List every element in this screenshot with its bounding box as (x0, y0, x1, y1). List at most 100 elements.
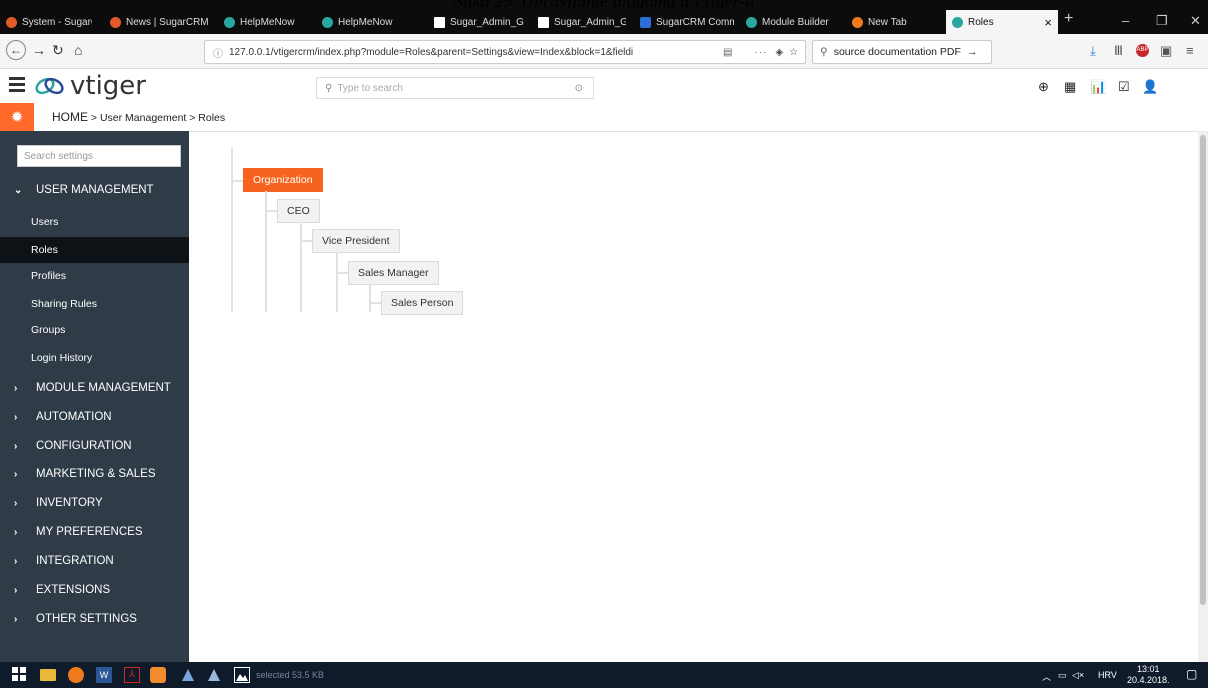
vtiger-favicon-icon (224, 16, 235, 28)
url-bar[interactable]: ⓘ 127.0.0.1/vtigercrm/index.php?module=R… (204, 40, 806, 64)
adblock-icon[interactable]: ABP (1136, 44, 1149, 57)
tree-connector (231, 180, 243, 182)
photos-icon[interactable] (234, 667, 250, 683)
section-extensions[interactable]: › EXTENSIONS (0, 577, 189, 603)
sidebar-item-profiles[interactable]: Profiles (0, 263, 189, 289)
sidebar-item-login-history[interactable]: Login History (0, 345, 189, 371)
library-icon[interactable]: Ⅲ (1114, 43, 1123, 59)
section-inventory[interactable]: › INVENTORY (0, 490, 189, 516)
xampp-icon[interactable] (150, 667, 166, 683)
global-search-input[interactable]: ⚲ Type to search ⊙ (316, 77, 594, 99)
sidebar-item-sharing-rules[interactable]: Sharing Rules (0, 291, 189, 317)
language-indicator[interactable]: HRV (1098, 670, 1117, 680)
forward-icon[interactable]: → (32, 42, 46, 58)
app-icon[interactable] (206, 667, 222, 683)
section-module-management[interactable]: › MODULE MANAGEMENT (0, 375, 189, 401)
tray-expand-icon[interactable]: ︿ (1042, 670, 1051, 683)
sidebar-toggle-icon[interactable]: ▣ (1160, 43, 1172, 59)
vtiger-favicon-icon (746, 16, 757, 28)
bookmark-star-icon[interactable]: ☆ (789, 47, 798, 58)
browser-tab[interactable]: HelpMeNow (316, 10, 420, 34)
reports-icon[interactable]: 📊 (1090, 79, 1106, 95)
breadcrumb-path[interactable]: > User Management > Roles (88, 112, 225, 124)
role-node-organization[interactable]: Organization (243, 168, 323, 192)
close-window-icon[interactable]: ✕ (1190, 13, 1201, 29)
download-icon[interactable]: ⤓ (1090, 43, 1096, 59)
battery-icon[interactable]: ▭ (1058, 670, 1067, 681)
tree-connector (300, 222, 302, 312)
browser-tab[interactable]: HelpMeNow (218, 10, 314, 34)
word-icon[interactable]: W (96, 667, 112, 683)
hamburger-menu-icon[interactable] (9, 77, 25, 92)
browser-tab[interactable]: News | SugarCRM (104, 10, 208, 34)
firefox-icon[interactable] (68, 667, 84, 683)
section-automation[interactable]: › AUTOMATION (0, 404, 189, 430)
role-node-sales-manager[interactable]: Sales Manager (348, 261, 439, 285)
chevron-right-icon: › (14, 613, 18, 625)
browser-tab[interactable]: Sugar_Admin_Gu (428, 10, 524, 34)
role-node-sales-person[interactable]: Sales Person (381, 291, 464, 315)
quick-create-icon[interactable]: ⊕ (1038, 79, 1049, 95)
breadcrumb: HOME > User Management > Roles (52, 110, 225, 124)
close-tab-icon[interactable]: × (1044, 15, 1052, 30)
firefox-icon (852, 16, 863, 28)
chevron-right-icon: › (14, 584, 18, 596)
volume-icon[interactable]: ◁× (1072, 670, 1084, 681)
role-node-vice-president[interactable]: Vice President (312, 229, 400, 253)
role-node-ceo[interactable]: CEO (277, 199, 320, 223)
browser-tab[interactable]: SugarCRM Comm (634, 10, 734, 34)
tree-connector (231, 148, 233, 312)
settings-search-input[interactable]: Search settings (17, 145, 181, 167)
browser-search-box[interactable]: ⚲ source documentation PDF → (812, 40, 992, 64)
clock[interactable]: 13:01 20.4.2018. (1127, 664, 1170, 686)
reader-view-icon[interactable]: ▤ (723, 47, 732, 58)
windows-start-icon[interactable] (12, 667, 28, 683)
settings-gear-icon[interactable]: ✹ (0, 103, 34, 131)
app-icon[interactable] (180, 667, 196, 683)
notifications-icon[interactable]: ▢ (1186, 667, 1197, 681)
reload-icon[interactable]: ↻ (52, 42, 64, 59)
pdf-reader-icon[interactable]: ⅄ (124, 667, 140, 683)
sidebar-item-roles[interactable]: Roles (0, 237, 189, 263)
sidebar-item-groups[interactable]: Groups (0, 317, 189, 343)
browser-tab[interactable]: New Tab (846, 10, 942, 34)
restore-icon[interactable]: ❐ (1156, 13, 1168, 29)
section-user-management[interactable]: ⌄ USER MANAGEMENT (0, 177, 189, 203)
new-tab-icon[interactable]: + (1064, 10, 1073, 28)
sidebar-item-users[interactable]: Users (0, 209, 189, 235)
vtiger-favicon-icon (322, 16, 333, 28)
vtiger-logo[interactable]: vtiger (34, 71, 146, 101)
vtiger-favicon-icon (952, 16, 963, 28)
go-arrow-icon[interactable]: → (967, 46, 978, 58)
section-my-preferences[interactable]: › MY PREFERENCES (0, 519, 189, 545)
section-other-settings[interactable]: › OTHER SETTINGS (0, 606, 189, 632)
page-scrollbar[interactable] (1198, 131, 1208, 662)
menu-icon[interactable]: ≡ (1186, 43, 1194, 58)
search-options-icon[interactable]: ⊙ (575, 83, 583, 94)
browser-navigation-bar: ← → ↻ ⌂ ⓘ 127.0.0.1/vtigercrm/index.php?… (0, 34, 1208, 69)
section-marketing-sales[interactable]: › MARKETING & SALES (0, 461, 189, 487)
settings-sidebar: Search settings ⌄ USER MANAGEMENT Users R… (0, 131, 189, 662)
browser-tab[interactable]: Module Builder (740, 10, 838, 34)
search-icon: ⚲ (820, 46, 828, 58)
sugar-cube-icon (538, 16, 549, 28)
chevron-down-icon: ⌄ (14, 184, 23, 196)
chevron-right-icon: › (14, 497, 18, 509)
section-configuration[interactable]: › CONFIGURATION (0, 433, 189, 459)
tasks-icon[interactable]: ☑ (1118, 79, 1130, 95)
pocket-icon[interactable]: ◈ (775, 47, 783, 58)
browser-tab[interactable]: System - SugarCR (0, 10, 92, 34)
browser-tab-active[interactable]: Roles × (946, 10, 1058, 34)
scrollbar-thumb[interactable] (1200, 135, 1206, 605)
home-icon[interactable]: ⌂ (74, 42, 82, 58)
file-explorer-icon[interactable] (40, 669, 56, 681)
calendar-icon[interactable]: ▦ (1064, 79, 1076, 95)
minimize-icon[interactable]: – (1122, 13, 1129, 28)
section-integration[interactable]: › INTEGRATION (0, 548, 189, 574)
back-icon[interactable]: ← (6, 40, 26, 60)
chevron-right-icon: › (14, 382, 18, 394)
page-actions-icon[interactable]: ··· (754, 47, 767, 58)
user-icon[interactable]: 👤 (1142, 79, 1158, 95)
browser-tab[interactable]: Sugar_Admin_Gu (532, 10, 626, 34)
breadcrumb-home[interactable]: HOME (52, 110, 88, 124)
